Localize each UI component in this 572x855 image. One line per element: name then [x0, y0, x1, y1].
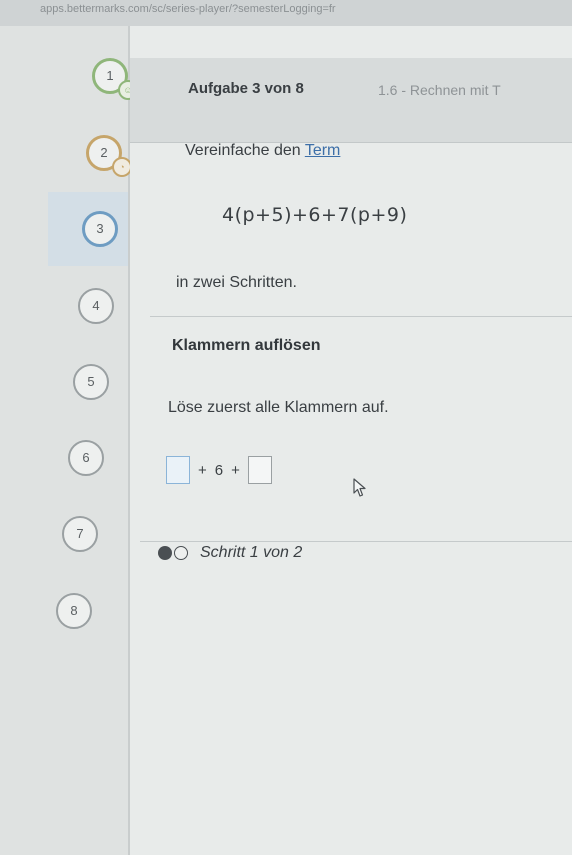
step-progress: Schritt 1 von 2	[158, 544, 302, 562]
step-title: Klammern auflösen	[172, 337, 321, 354]
term-expression: 4(p+5)+6+7(p+9)	[222, 204, 408, 226]
task-navigation-sidebar: 1 ☺ 2 ◔ 3 4 5 6 7 8	[0, 26, 138, 855]
plus-operator: +	[231, 461, 240, 479]
progress-divider	[140, 541, 572, 542]
progress-label: Schritt 1 von 2	[200, 544, 303, 561]
step-button-7[interactable]: 7	[62, 516, 98, 552]
partial-badge-icon: ◔	[112, 157, 132, 177]
url-text: apps.bettermarks.com/sc/series-player/?s…	[40, 3, 336, 15]
step-number: 3	[96, 221, 104, 236]
step-number: 6	[82, 450, 90, 465]
progress-dot-filled-icon	[158, 546, 172, 560]
constant-term: 6	[214, 461, 224, 479]
task-title: Aufgabe 3 von 8	[188, 80, 304, 97]
task-header: Aufgabe 3 von 8 1.6 - Rechnen mit T	[130, 58, 572, 143]
step-button-5[interactable]: 5	[73, 364, 109, 400]
task-hint: in zwei Schritten.	[176, 274, 297, 291]
mouse-pointer-icon	[353, 478, 366, 497]
step-button-8[interactable]: 8	[56, 593, 92, 629]
step-number: 1	[106, 68, 114, 83]
section-divider	[150, 316, 572, 317]
step-number: 8	[70, 603, 78, 618]
address-bar[interactable]: apps.bettermarks.com/sc/series-player/?s…	[0, 0, 572, 26]
step-instruction: Löse zuerst alle Klammern auf.	[168, 399, 389, 416]
term-link[interactable]: Term	[305, 142, 341, 159]
intro-text: Vereinfache den	[185, 142, 305, 159]
step-number: 7	[76, 526, 84, 541]
task-panel: Aufgabe 3 von 8 1.6 - Rechnen mit T Vere…	[130, 26, 572, 855]
step-number: 2	[100, 145, 108, 160]
progress-dot-empty-icon	[174, 546, 188, 560]
plus-operator: +	[198, 461, 207, 479]
step-button-4[interactable]: 4	[78, 288, 114, 324]
task-subtitle: 1.6 - Rechnen mit T	[378, 82, 501, 98]
step-number: 4	[92, 298, 100, 313]
app-screen: 1 ☺ 2 ◔ 3 4 5 6 7 8 Aufgabe 3 von 8 1.6 …	[0, 26, 572, 855]
step-number: 5	[87, 374, 95, 389]
step-button-3[interactable]: 3	[82, 211, 118, 247]
answer-input-row: + 6 +	[166, 454, 272, 486]
task-intro: Vereinfache den Term	[185, 142, 340, 160]
answer-box-2[interactable]	[247, 456, 272, 484]
answer-box-1[interactable]	[166, 456, 190, 484]
step-button-6[interactable]: 6	[68, 440, 104, 476]
